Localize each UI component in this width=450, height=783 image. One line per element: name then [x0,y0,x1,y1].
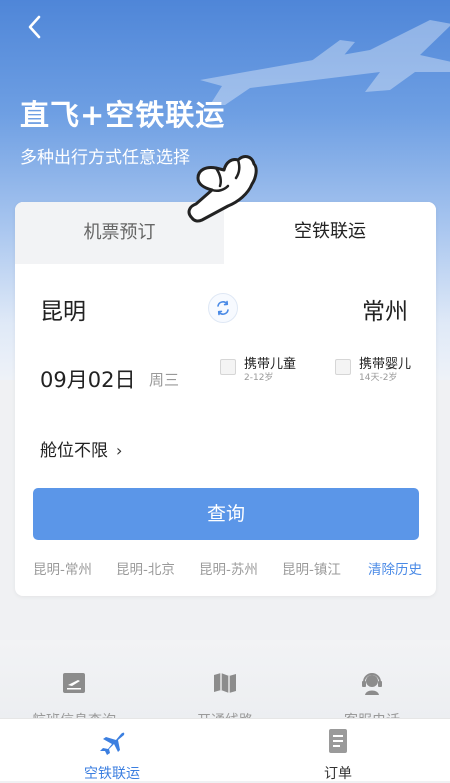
child-label: 携带儿童 [244,357,297,372]
services-row: 航班信息查询 开通线路 客服电话 [0,640,450,729]
history-item[interactable]: 昆明-北京 [116,558,175,578]
chevron-left-icon [28,15,41,39]
document-icon [329,729,347,753]
tab-orders-label: 订单 [324,766,352,782]
child-checkbox[interactable]: 携带儿童 2-12岁 [220,356,296,384]
tab-orders-nav[interactable]: 订单 [278,727,398,783]
tab-air-rail-nav[interactable]: 空铁联运 [52,727,172,783]
cabin-class-label: 舱位不限 [40,441,108,461]
cabin-class-selector[interactable]: 舱位不限 › [40,436,122,461]
infant-label: 携带婴儿 [359,357,412,372]
chevron-right-icon: › [116,441,123,460]
airplane-icon [100,732,125,755]
departure-date[interactable]: 09月02日 [40,364,135,394]
pointing-hand-icon [187,155,258,223]
tab-air-rail-label: 空铁联运 [84,766,140,782]
arrival-city[interactable]: 常州 [362,292,408,326]
map-icon [214,673,236,693]
back-button[interactable] [20,12,50,42]
swap-icon [217,300,229,316]
infant-age-range: 14天-2岁 [359,373,398,383]
history-item[interactable]: 昆明-常州 [33,558,92,578]
checkbox-box[interactable] [335,359,351,375]
departure-city[interactable]: 昆明 [40,292,86,326]
headset-icon [362,673,382,695]
page-subtitle: 多种出行方式任意选择 [20,148,190,168]
history-item[interactable]: 昆明-苏州 [199,558,258,578]
airplane-illustration [200,20,450,105]
bottom-tab-bar: 空铁联运 订单 [0,718,450,783]
infant-checkbox[interactable]: 携带婴儿 14天-2岁 [335,356,411,384]
child-age-range: 2-12岁 [244,373,274,383]
search-card: 机票预订 空铁联运 昆明 常州 09月02日 周三 携带儿童 2-12岁 携带婴… [15,202,436,596]
search-button[interactable]: 查询 [33,488,419,540]
clear-history-link[interactable]: 清除历史 [362,558,422,578]
search-history: 昆明-常州 昆明-北京 昆明-苏州 昆明-镇江 清除历史 [33,558,426,580]
swap-cities-button[interactable] [208,293,238,323]
history-item[interactable]: 昆明-镇江 [282,558,341,578]
departure-weekday: 周三 [149,371,180,389]
flight-ticket-icon [63,673,85,693]
checkbox-box[interactable] [220,359,236,375]
